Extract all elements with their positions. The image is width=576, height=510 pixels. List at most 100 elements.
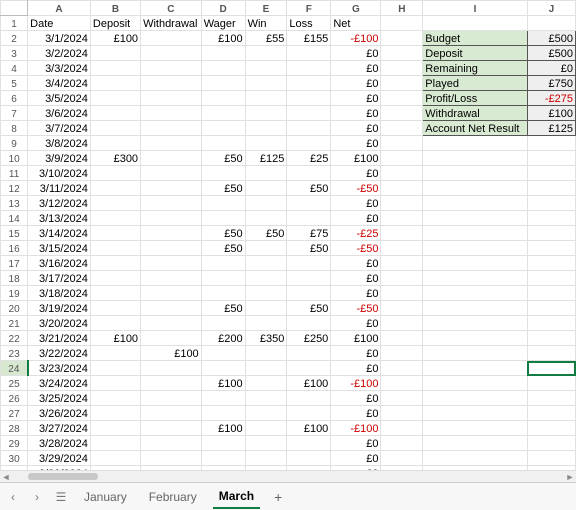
cell-C14[interactable] [141,211,202,226]
cell-B23[interactable] [90,346,140,361]
cell-A3[interactable]: 3/2/2024 [28,46,91,61]
cell-B14[interactable] [90,211,140,226]
cell-B17[interactable] [90,256,140,271]
cell-B8[interactable] [90,121,140,136]
cell-A25[interactable]: 3/24/2024 [28,376,91,391]
cell-E11[interactable] [245,166,287,181]
cell-B18[interactable] [90,271,140,286]
cell-G24[interactable]: £0 [331,361,381,376]
cell-D10[interactable]: £50 [201,151,245,166]
col-header-B[interactable]: B [90,1,140,16]
col-header-J[interactable]: J [527,1,575,16]
cell-J5[interactable]: £750 [527,76,575,91]
cell-D1[interactable]: Wager [201,16,245,31]
cell-C11[interactable] [141,166,202,181]
row-header-8[interactable]: 8 [1,121,28,136]
cell-E6[interactable] [245,91,287,106]
col-header-F[interactable]: F [287,1,331,16]
cell-J23[interactable] [527,346,575,361]
cell-F20[interactable]: £50 [287,301,331,316]
cell-C27[interactable] [141,406,202,421]
cell-J15[interactable] [527,226,575,241]
tab-prev-icon[interactable]: ‹ [6,490,20,504]
cell-J19[interactable] [527,286,575,301]
sheet-tab-february[interactable]: February [143,486,203,508]
cell-F7[interactable] [287,106,331,121]
cell-B13[interactable] [90,196,140,211]
cell-I5[interactable]: Played [423,76,528,91]
cell-J27[interactable] [527,406,575,421]
cell-E30[interactable] [245,451,287,466]
cell-F30[interactable] [287,451,331,466]
cell-G3[interactable]: £0 [331,46,381,61]
cell-H11[interactable] [381,166,423,181]
cell-C4[interactable] [141,61,202,76]
cell-J24[interactable] [527,361,575,376]
row-header-23[interactable]: 23 [1,346,28,361]
cell-A9[interactable]: 3/8/2024 [28,136,91,151]
cell-B5[interactable] [90,76,140,91]
cell-B12[interactable] [90,181,140,196]
cell-J1[interactable] [527,16,575,31]
cell-F24[interactable] [287,361,331,376]
cell-F28[interactable]: £100 [287,421,331,436]
cell-H22[interactable] [381,331,423,346]
cell-I23[interactable] [423,346,528,361]
cell-B1[interactable]: Deposit [90,16,140,31]
cell-F23[interactable] [287,346,331,361]
cell-F9[interactable] [287,136,331,151]
cell-I2[interactable]: Budget [423,31,528,46]
cell-J29[interactable] [527,436,575,451]
cell-B21[interactable] [90,316,140,331]
cell-A13[interactable]: 3/12/2024 [28,196,91,211]
cell-E21[interactable] [245,316,287,331]
cell-C18[interactable] [141,271,202,286]
cell-I16[interactable] [423,241,528,256]
cell-G11[interactable]: £0 [331,166,381,181]
scroll-left-icon[interactable]: ◄ [0,471,12,482]
cell-H21[interactable] [381,316,423,331]
cell-J26[interactable] [527,391,575,406]
row-header-15[interactable]: 15 [1,226,28,241]
cell-D4[interactable] [201,61,245,76]
cell-F4[interactable] [287,61,331,76]
cell-G22[interactable]: £100 [331,331,381,346]
cell-I7[interactable]: Withdrawal [423,106,528,121]
cell-A15[interactable]: 3/14/2024 [28,226,91,241]
cell-C30[interactable] [141,451,202,466]
cell-B2[interactable]: £100 [90,31,140,46]
cell-G5[interactable]: £0 [331,76,381,91]
cell-E20[interactable] [245,301,287,316]
cell-A22[interactable]: 3/21/2024 [28,331,91,346]
cell-F13[interactable] [287,196,331,211]
cell-B19[interactable] [90,286,140,301]
row-header-14[interactable]: 14 [1,211,28,226]
cell-B30[interactable] [90,451,140,466]
cell-E22[interactable]: £350 [245,331,287,346]
cell-A28[interactable]: 3/27/2024 [28,421,91,436]
cell-B4[interactable] [90,61,140,76]
cell-H7[interactable] [381,106,423,121]
cell-F19[interactable] [287,286,331,301]
cell-E17[interactable] [245,256,287,271]
cell-D28[interactable]: £100 [201,421,245,436]
cell-I22[interactable] [423,331,528,346]
cell-A20[interactable]: 3/19/2024 [28,301,91,316]
sheet-tab-january[interactable]: January [78,486,133,508]
cell-H17[interactable] [381,256,423,271]
cell-H5[interactable] [381,76,423,91]
cell-H25[interactable] [381,376,423,391]
cell-J16[interactable] [527,241,575,256]
cell-B27[interactable] [90,406,140,421]
cell-I14[interactable] [423,211,528,226]
cell-A24[interactable]: 3/23/2024 [28,361,91,376]
cell-J22[interactable] [527,331,575,346]
cell-H23[interactable] [381,346,423,361]
cell-G20[interactable]: -£50 [331,301,381,316]
cell-G7[interactable]: £0 [331,106,381,121]
col-header-C[interactable]: C [141,1,202,16]
cell-C7[interactable] [141,106,202,121]
cell-F5[interactable] [287,76,331,91]
cell-G23[interactable]: £0 [331,346,381,361]
cell-I24[interactable] [423,361,528,376]
